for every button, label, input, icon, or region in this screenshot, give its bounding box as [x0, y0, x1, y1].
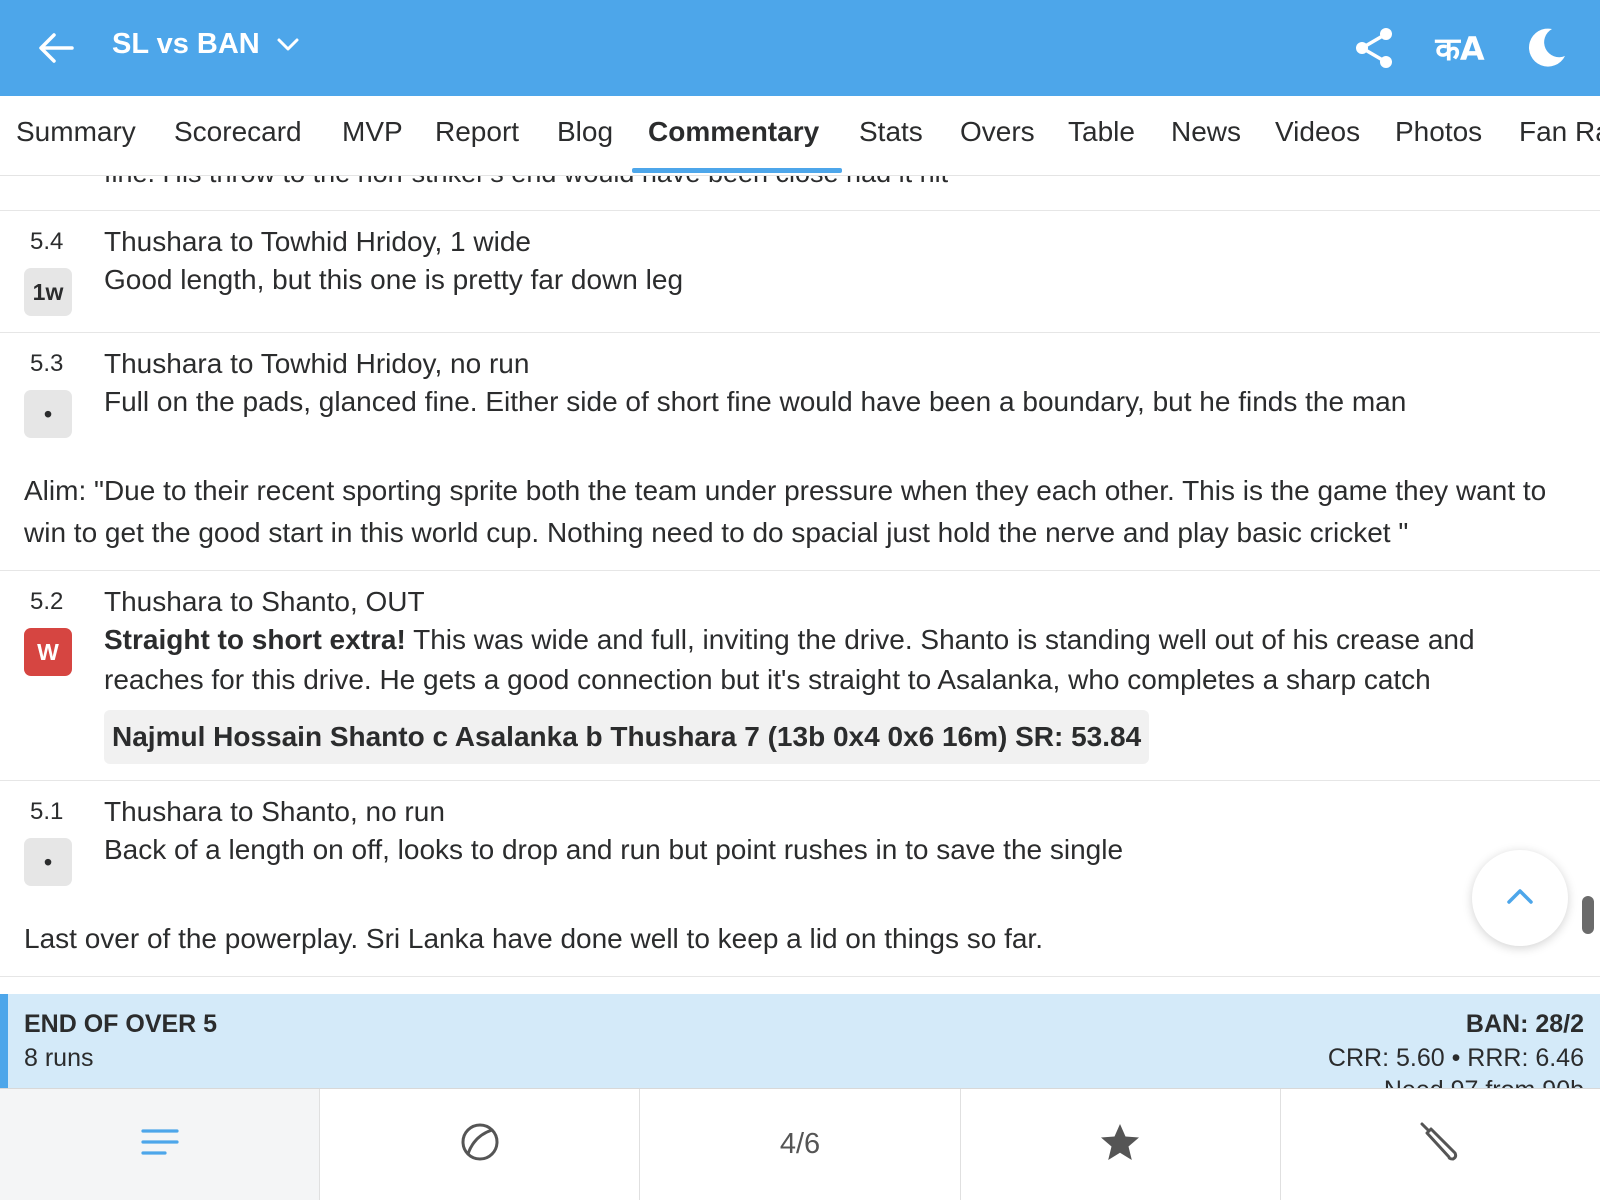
- bottom-nav-counter[interactable]: 4/6: [640, 1089, 961, 1200]
- chevron-down-icon: [276, 28, 300, 61]
- commentary-highlight: Straight to short extra!: [104, 624, 406, 655]
- ball-title: Thushara to Towhid Hridoy, no run: [104, 348, 530, 379]
- divider: [0, 210, 1600, 211]
- end-of-over-title: END OF OVER 5: [24, 1010, 218, 1038]
- cricket-bat-icon: [1419, 1121, 1461, 1168]
- ball-title: Thushara to Shanto, OUT: [104, 586, 425, 617]
- tab-photos[interactable]: Photos: [1395, 116, 1482, 148]
- menu-lines-icon: [140, 1128, 179, 1161]
- active-tab-indicator: [632, 168, 842, 173]
- tab-summary[interactable]: Summary: [16, 116, 136, 148]
- ball-icon: [460, 1122, 500, 1167]
- ball-commentary: Straight to short extra! This was wide a…: [104, 620, 1554, 700]
- back-arrow-icon[interactable]: [36, 28, 76, 68]
- tab-mvp[interactable]: MVP: [342, 116, 403, 148]
- tab-stats[interactable]: Stats: [859, 116, 923, 148]
- divider: [0, 780, 1600, 781]
- tab-table[interactable]: Table: [1068, 116, 1135, 148]
- ball-number: 5.4: [30, 228, 64, 255]
- match-title: SL vs BAN: [112, 28, 260, 60]
- divider: [0, 976, 1600, 977]
- chevron-up-icon: [1505, 886, 1535, 911]
- tab-report[interactable]: Report: [435, 116, 519, 148]
- dismissal-summary: Najmul Hossain Shanto c Asalanka b Thush…: [104, 710, 1150, 764]
- ball-number: 5.3: [30, 350, 64, 377]
- tab-bar: Summary Scorecard MVP Report Blog Commen…: [0, 96, 1600, 176]
- moon-icon[interactable]: [1522, 24, 1570, 72]
- over-runs: 8 runs: [24, 1044, 94, 1072]
- tab-overs[interactable]: Overs: [960, 116, 1035, 148]
- wicket-badge: W: [24, 628, 72, 676]
- ball-title: Thushara to Shanto, no run: [104, 796, 445, 827]
- tab-fan-ratings[interactable]: Fan Ratings: [1519, 116, 1600, 148]
- scroll-to-top-button[interactable]: [1472, 850, 1568, 946]
- over-note: Last over of the powerplay. Sri Lanka ha…: [24, 923, 1043, 954]
- bottom-nav-favourites[interactable]: [961, 1089, 1281, 1200]
- tab-scorecard[interactable]: Scorecard: [174, 116, 302, 148]
- ball-commentary: Back of a length on off, looks to drop a…: [104, 834, 1124, 865]
- divider: [0, 570, 1600, 571]
- bottom-nav-commentary[interactable]: [0, 1089, 321, 1200]
- star-icon: [1099, 1122, 1141, 1167]
- language-icon[interactable]: कA: [1435, 24, 1484, 72]
- team-score: BAN: 28/2: [1465, 1010, 1584, 1038]
- bottom-nav-batting[interactable]: [1281, 1089, 1600, 1200]
- ball-title: Thushara to Towhid Hridoy, 1 wide: [104, 226, 531, 257]
- ball-result-badge: •: [24, 390, 72, 438]
- match-selector[interactable]: SL vs BAN: [112, 28, 300, 61]
- ball-commentary: Good length, but this one is pretty far …: [104, 264, 684, 295]
- scrollbar[interactable]: [1582, 896, 1594, 934]
- commentary-feed[interactable]: fine. His throw to the non-striker's end…: [0, 176, 1600, 1090]
- commentary-text: fine. His throw to the non-striker's end…: [104, 176, 948, 189]
- end-of-over-summary: END OF OVER 5 8 runs BAN: 28/2 CRR: 5.60…: [0, 994, 1600, 1090]
- bottom-nav: 4/6: [0, 1088, 1600, 1200]
- page-counter: 4/6: [779, 1128, 821, 1160]
- ball-result-badge: •: [24, 838, 72, 886]
- tab-commentary[interactable]: Commentary: [648, 116, 819, 148]
- fan-comment: Alim: "Due to their recent sporting spri…: [24, 475, 1547, 548]
- bottom-nav-live[interactable]: [320, 1089, 641, 1200]
- ball-commentary: Full on the pads, glanced fine. Either s…: [104, 386, 1407, 417]
- tab-blog[interactable]: Blog: [557, 116, 613, 148]
- app-bar: SL vs BAN कA: [0, 0, 1600, 96]
- ball-number: 5.1: [30, 798, 64, 825]
- tab-news[interactable]: News: [1171, 116, 1241, 148]
- divider: [0, 332, 1600, 333]
- tab-videos[interactable]: Videos: [1275, 116, 1360, 148]
- share-icon[interactable]: [1350, 24, 1398, 72]
- ball-result-badge: 1w: [24, 268, 72, 316]
- ball-number: 5.2: [30, 588, 64, 615]
- run-rates: CRR: 5.60 • RRR: 6.46: [1327, 1044, 1584, 1072]
